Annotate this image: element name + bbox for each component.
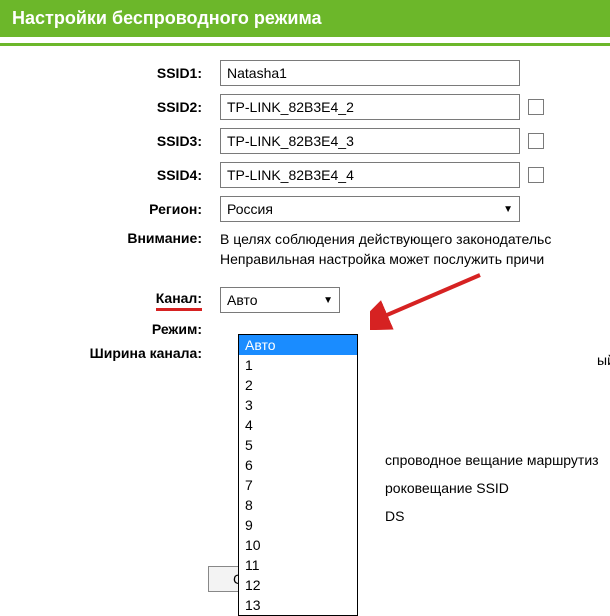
channel-option-auto[interactable]: Авто [239, 335, 357, 355]
channel-option-11[interactable]: 11 [239, 555, 357, 575]
label-region: Регион: [0, 201, 220, 217]
channel-option-3[interactable]: 3 [239, 395, 357, 415]
side-text-2: роковещание SSID [385, 474, 599, 502]
channel-value: Авто [227, 292, 258, 308]
label-channel: Канал: [0, 290, 220, 311]
side-text-3: DS [385, 502, 599, 530]
channel-option-10[interactable]: 10 [239, 535, 357, 555]
channel-option-9[interactable]: 9 [239, 515, 357, 535]
warning-line2: Неправильная настройка может послужить п… [220, 250, 551, 270]
ssid3-checkbox[interactable] [528, 133, 544, 149]
ssid4-input[interactable] [220, 162, 520, 188]
label-mode: Режим: [0, 321, 220, 337]
warning-text: В целях соблюдения действующего законода… [220, 230, 551, 269]
channel-option-7[interactable]: 7 [239, 475, 357, 495]
page-title: Настройки беспроводного режима [0, 0, 610, 37]
label-ssid3: SSID3: [0, 133, 220, 149]
channel-option-6[interactable]: 6 [239, 455, 357, 475]
channel-select[interactable]: Авто ▼ [220, 287, 340, 313]
channel-option-4[interactable]: 4 [239, 415, 357, 435]
label-warning: Внимание: [0, 230, 220, 246]
channel-option-1[interactable]: 1 [239, 355, 357, 375]
warning-line1: В целях соблюдения действующего законода… [220, 230, 551, 250]
label-ssid1: SSID1: [0, 65, 220, 81]
ssid2-input[interactable] [220, 94, 520, 120]
mode-select-partial: ый ▼ [597, 349, 610, 371]
ssid2-checkbox[interactable] [528, 99, 544, 115]
red-arrow-annotation [370, 270, 490, 330]
channel-option-5[interactable]: 5 [239, 435, 357, 455]
channel-dropdown-list[interactable]: ый ▼ Авто 1 2 3 4 5 6 7 8 9 10 11 12 13 [238, 334, 358, 616]
chevron-down-icon: ▼ [503, 204, 513, 215]
region-select[interactable]: Россия ▼ [220, 196, 520, 222]
channel-option-2[interactable]: 2 [239, 375, 357, 395]
ssid1-input[interactable] [220, 60, 520, 86]
chevron-down-icon: ▼ [323, 295, 333, 306]
label-ssid4: SSID4: [0, 167, 220, 183]
region-value: Россия [227, 201, 273, 217]
channel-option-12[interactable]: 12 [239, 575, 357, 595]
channel-option-13[interactable]: 13 [239, 595, 357, 615]
ssid3-input[interactable] [220, 128, 520, 154]
label-ssid2: SSID2: [0, 99, 220, 115]
ssid4-checkbox[interactable] [528, 167, 544, 183]
label-width: Ширина канала: [0, 345, 220, 361]
side-text-1: спроводное вещание маршрутиз [385, 446, 599, 474]
side-text-block: спроводное вещание маршрутиз роковещание… [385, 446, 599, 530]
channel-option-8[interactable]: 8 [239, 495, 357, 515]
